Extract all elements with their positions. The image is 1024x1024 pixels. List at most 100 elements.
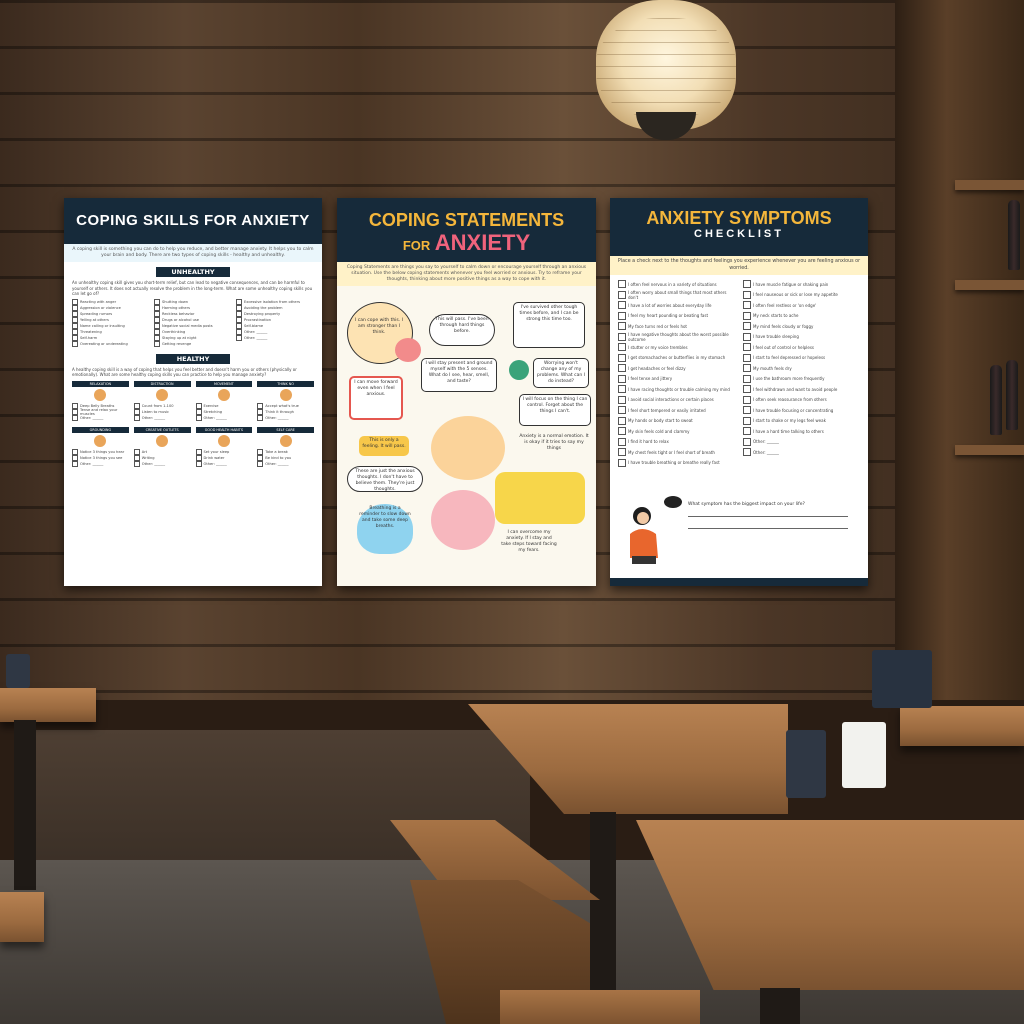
checkbox-icon — [743, 406, 751, 415]
checklist-item-label: Self-harm — [80, 335, 98, 340]
checklist-item-label: Threatening — [80, 329, 102, 334]
checkbox-icon — [618, 406, 626, 415]
category-illustration-icon — [217, 434, 230, 447]
checklist-item-label: I have muscle fatigue or shaking pain — [753, 281, 829, 287]
anxious-person-illustration — [624, 504, 664, 566]
checkbox-icon — [743, 353, 751, 362]
checkbox-icon — [72, 460, 78, 467]
checkbox-icon — [133, 414, 140, 421]
checkbox-icon — [743, 448, 751, 457]
checklist-item-label: Aggression or violence — [80, 305, 121, 310]
checklist-item-label: Drugs or alcohol use — [162, 317, 199, 322]
checklist-item-label: Self-blame — [244, 323, 264, 328]
symptom-item: My hands or body start to sweat — [618, 416, 735, 427]
checklist-item-label: Other: ______ — [753, 449, 779, 455]
blank-circle — [431, 416, 505, 480]
checklist-item-label: I feel short tempered or easily irritate… — [628, 407, 706, 413]
symptom-item: I have trouble sleeping — [743, 332, 860, 343]
utensil-holder — [6, 654, 30, 688]
checkbox-icon — [618, 437, 626, 446]
symptom-item: I use the bathroom more frequently — [743, 374, 860, 385]
healthy-item: Other: ______ — [133, 414, 191, 421]
checklist-item-label: Accept what's true — [265, 403, 299, 408]
checklist-item-label: I get headaches or feel dizzy — [628, 365, 686, 371]
wall-shelf — [955, 280, 1024, 290]
checkbox-icon — [618, 458, 626, 467]
checklist-item-label: I have a lot of worries about everyday l… — [628, 302, 712, 308]
symptom-item: I often worry about small things that mo… — [618, 290, 735, 301]
dining-table — [0, 688, 96, 722]
checklist-item-label: Procrastination — [244, 317, 272, 322]
healthy-item: Other: ______ — [72, 460, 129, 467]
checklist-item-label: I start to shake or my legs feel weak — [753, 418, 826, 424]
checklist-item-label: I have trouble breathing or breathe real… — [628, 460, 720, 466]
symptom-item: I feel my heart pounding or beating fast — [618, 311, 735, 322]
blank-circle — [431, 490, 495, 550]
checklist-item-label: My mind feels cloudy or foggy — [753, 323, 814, 329]
checklist-item-label: Yelling at others — [80, 317, 109, 322]
bench-seat — [0, 892, 44, 942]
menu-card — [842, 722, 886, 788]
reflection-question: What symptom has the biggest impact on y… — [688, 502, 805, 507]
poster-title: COPING SKILLS FOR ANXIETY — [64, 198, 322, 244]
checkbox-icon — [743, 395, 751, 404]
checklist-item-label: Shutting down — [162, 299, 189, 304]
checklist-item-label: Getting revenge — [162, 341, 192, 346]
checkbox-icon — [743, 385, 751, 394]
coping-category: CREATIVE OUTLETS Art Writing Other: ______ — [133, 426, 191, 467]
checklist-item-label: I have trouble focusing or concentrating — [753, 407, 834, 413]
coping-category: THINK NO Accept what's true Think it throu… — [257, 380, 314, 421]
checklist-item-label: Other: ______ — [244, 335, 268, 340]
coping-category: RELAXATION Deep Belly Breaths Tense and re… — [72, 380, 129, 421]
poster-symptoms-checklist: ANXIETY SYMPTOMS CHECKLIST Place a check… — [610, 198, 868, 586]
statement: This will pass. I've been through hard t… — [429, 314, 495, 346]
symptom-item: My face turns red or feels hot — [618, 321, 735, 332]
checklist-item-label: I feel my heart pounding or beating fast — [628, 313, 709, 319]
checklist-item-label: Name calling or insulting — [80, 323, 125, 328]
checklist-item-label: I have racing thoughts or trouble calmin… — [628, 386, 730, 392]
symptom-item: I often feel nervous in a variety of sit… — [618, 279, 735, 290]
symptom-item: I get stomachaches or butterflies in my … — [618, 353, 735, 364]
wall-shelf — [955, 180, 1024, 190]
symptom-item: My mind feels cloudy or foggy — [743, 321, 860, 332]
checklist-item-label: Other: ______ — [265, 461, 289, 466]
statement: I've survived other tough times before, … — [513, 302, 585, 348]
category-illustration-icon — [94, 434, 107, 447]
coping-category: MOVEMENT Exercise Stretching Other: ______ — [195, 380, 253, 421]
checkbox-icon — [618, 395, 626, 404]
coping-category: DISTRACTION Count from 1-100 Listen to mus… — [133, 380, 191, 421]
healthy-categories-row: RELAXATION Deep Belly Breaths Tense and re… — [64, 378, 322, 424]
table-leg — [14, 720, 36, 890]
symptom-item: Other: ______ — [743, 447, 860, 458]
bottle — [1006, 360, 1018, 430]
symptom-item: I often seek reassurance from others — [743, 395, 860, 406]
checklist-item-label: My face turns red or feels hot — [628, 323, 687, 329]
checklist-item-label: My chest feels tight or I feel short of … — [628, 449, 715, 455]
symptom-item: I have a lot of worries about everyday l… — [618, 300, 735, 311]
checklist-item-label: Think it through — [265, 409, 294, 414]
checkbox-icon — [195, 414, 202, 421]
poster-footer-bar — [610, 578, 868, 586]
checkbox-icon — [618, 322, 626, 331]
unhealthy-checklist: Reacting with anger Aggression or violenc… — [64, 297, 322, 349]
checkbox-icon — [743, 280, 751, 289]
answer-line — [688, 516, 848, 517]
poster-title: ANXIETY SYMPTOMS CHECKLIST — [610, 198, 868, 256]
statement: Anxiety is a normal emotion. It is okay … — [519, 434, 589, 451]
checkbox-icon — [743, 437, 751, 446]
table-leg — [590, 812, 616, 992]
checklist-item-label: Stretching — [203, 409, 223, 414]
checklist-item-label: I have a hard time talking to others — [753, 428, 824, 434]
symptom-item: My skin feels cold and clammy — [618, 426, 735, 437]
checkbox-icon — [743, 322, 751, 331]
category-illustration-icon — [94, 388, 107, 401]
title-word: ANXIETY — [434, 230, 531, 255]
statement: I will focus on the thing I can control.… — [519, 394, 591, 426]
checklist-item-label: Other: ______ — [265, 415, 289, 420]
unhealthy-item: Overeating or undereating — [72, 340, 150, 347]
checkbox-icon — [618, 385, 626, 394]
symptom-item: I have a hard time talking to others — [743, 426, 860, 437]
checklist-item-label: Set your sleep — [203, 449, 230, 454]
checklist-item-label: I stutter or my voice trembles — [628, 344, 688, 350]
checklist-item-label: I use the bathroom more frequently — [753, 376, 825, 382]
